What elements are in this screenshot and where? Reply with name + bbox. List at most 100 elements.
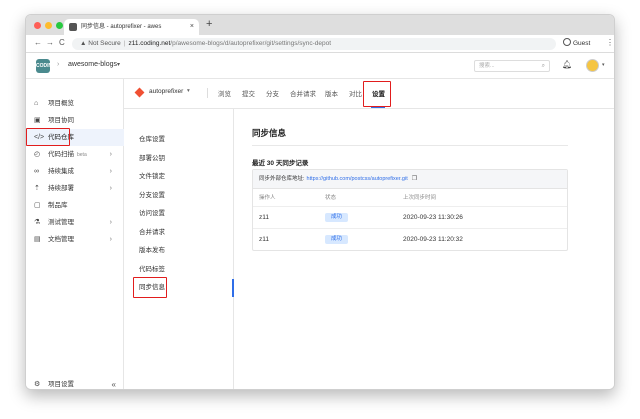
section-title: 最近 30 天同步记录 [252, 160, 309, 167]
chevron-right-icon: › [109, 219, 112, 226]
remote-url-label: 同步外部仓库地址: [259, 176, 305, 182]
tab-branches[interactable]: 分支 [266, 88, 279, 98]
project-switcher[interactable]: awesome-blogs [68, 61, 117, 68]
row-sync-time: 2020-09-23 11:30:26 [403, 214, 463, 221]
reload-button[interactable]: C [59, 38, 65, 47]
sidebar-item-label: 代码扫描 [48, 151, 74, 158]
sidebar-item-overview[interactable]: ⌂ 项目概览 [26, 95, 124, 112]
sidebar-item-collaboration[interactable]: ▣ 项目协同 [26, 112, 124, 129]
tab-compare[interactable]: 对比 [349, 88, 362, 98]
page-title: 同步信息 [252, 128, 287, 138]
repo-switcher[interactable]: autoprefixer [149, 88, 183, 95]
avatar[interactable] [586, 59, 599, 72]
new-tab-button[interactable]: + [206, 18, 212, 30]
chevron-right-icon: › [109, 185, 112, 192]
home-icon: ⌂ [34, 100, 39, 107]
subnav-item-file-lock[interactable]: 文件锁定 [124, 170, 234, 184]
status-badge: 成功 [325, 234, 349, 244]
sidebar-item-testing[interactable]: ⚗ 测试管理 › [26, 214, 124, 231]
browser-window: 同步信息 - autoprefixer - awes × + ← → C ▲ N… [25, 14, 615, 390]
subnav-item-deploy-keys[interactable]: 部署公钥 [124, 152, 234, 166]
url-path: /p/awesome-blogs/d/autoprefixer/git/sett… [170, 40, 332, 47]
coding-logo[interactable]: CODING [36, 59, 56, 73]
active-tab-indicator [371, 106, 385, 108]
sidebar-item-label: 文档管理 [48, 236, 74, 243]
subnav-item-branch-settings[interactable]: 分支设置 [124, 189, 234, 203]
gear-icon: ⚙ [34, 381, 41, 388]
tab-browse[interactable]: 浏览 [218, 88, 231, 98]
tab-releases[interactable]: 版本 [325, 88, 338, 98]
browser-menu-icon[interactable]: ⋮ [606, 38, 614, 47]
beta-badge: beta [77, 152, 87, 158]
sidebar-item-label: 持续部署 [48, 185, 74, 192]
status-badge: 成功 [325, 212, 349, 222]
url-input[interactable]: ▲ Not Secure | z11.coding.net/p/awesome-bl… [72, 38, 556, 50]
sidebar: ⌂ 项目概览 ▣ 项目协同 </> 代码仓库 ◴ 代码扫描 beta › ∞ 持续… [26, 79, 124, 389]
app-header: CODING › awesome-blogs ▾ 搜索... ⌕ 🔔︎ ▾ [26, 54, 614, 79]
sidebar-item-label: 制品库 [48, 202, 68, 209]
url-host: z11.coding.net [128, 40, 171, 47]
subnav-item-merge-requests[interactable]: 合并请求 [124, 226, 234, 240]
table-row: z11 成功 2020-09-23 11:20:32 [253, 228, 567, 250]
subnav-item-access-settings[interactable]: 访问设置 [124, 207, 234, 221]
sidebar-item-project-settings[interactable]: ⚙ 项目设置 « [26, 379, 124, 389]
scan-icon: ◴ [34, 151, 41, 158]
tab-merge-requests[interactable]: 合并请求 [290, 88, 316, 98]
back-button[interactable]: ← [34, 38, 42, 47]
search-placeholder: 搜索... [479, 63, 495, 69]
chevron-down-icon[interactable]: ▾ [117, 61, 120, 68]
chevron-down-icon[interactable]: ▾ [187, 88, 190, 94]
forward-button[interactable]: → [46, 38, 54, 47]
flask-icon: ⚗ [34, 219, 41, 226]
sidebar-item-code-scan[interactable]: ◴ 代码扫描 beta › [26, 146, 124, 163]
user-menu-chevron-icon[interactable]: ▾ [602, 62, 605, 68]
collapse-sidebar-icon[interactable]: « [112, 379, 116, 389]
guest-profile-button[interactable]: Guest [563, 38, 590, 50]
box-icon: ▢ [34, 202, 41, 209]
sidebar-item-docs[interactable]: ▤ 文档管理 › [26, 231, 124, 248]
divider [252, 145, 568, 146]
subnav-item-repo-settings[interactable]: 仓库设置 [124, 133, 234, 147]
guest-label: Guest [573, 40, 591, 47]
divider [207, 88, 208, 98]
sidebar-item-label: 项目协同 [48, 117, 74, 124]
subnav-item-releases[interactable]: 版本发布 [124, 244, 234, 258]
chevron-right-icon: › [109, 168, 112, 175]
row-status: 成功 [325, 207, 349, 229]
code-icon: </> [34, 134, 45, 141]
column-header-status: 状态 [325, 195, 337, 201]
sidebar-item-artifacts[interactable]: ▢ 制品库 [26, 197, 124, 214]
maximize-window-button[interactable] [56, 22, 63, 29]
sync-records-panel: 同步外部仓库地址: https://github.com/postcss/auto… [252, 169, 568, 251]
tab-close-icon[interactable]: × [190, 19, 194, 35]
url-separator: | [123, 40, 126, 47]
sidebar-item-ci[interactable]: ∞ 持续集成 › [26, 163, 124, 180]
git-icon [134, 87, 145, 98]
remote-repo-info: 同步外部仓库地址: https://github.com/postcss/auto… [253, 170, 567, 189]
table-header: 操作人 状态 上次同步时间 [253, 190, 567, 206]
row-operator: z11 [259, 236, 269, 243]
browser-tab-strip: 同步信息 - autoprefixer - awes × + [26, 15, 614, 35]
subnav-item-sync-info[interactable]: 同步信息 [124, 281, 234, 295]
deploy-icon: ⇡ [34, 185, 40, 192]
sidebar-item-code-repo[interactable]: </> 代码仓库 [26, 129, 124, 146]
remote-url-link[interactable]: https://github.com/postcss/autoprefixer.… [307, 176, 408, 182]
close-window-button[interactable] [34, 22, 41, 29]
sidebar-item-label: 代码仓库 [48, 134, 74, 141]
tab-settings[interactable]: 设置 [372, 88, 385, 98]
document-icon: ▤ [34, 236, 41, 243]
subnav-item-tags[interactable]: 代码标签 [124, 263, 234, 277]
browser-tab[interactable]: 同步信息 - autoprefixer - awes × [64, 19, 199, 35]
table-row: z11 成功 2020-09-23 11:30:26 [253, 206, 567, 228]
security-label: Not Secure [88, 40, 121, 47]
tab-commits[interactable]: 提交 [242, 88, 255, 98]
minimize-window-button[interactable] [45, 22, 52, 29]
infinity-icon: ∞ [34, 168, 39, 175]
sidebar-item-cd[interactable]: ⇡ 持续部署 › [26, 180, 124, 197]
profile-icon [563, 38, 571, 46]
search-input[interactable]: 搜索... ⌕ [474, 60, 550, 72]
settings-subnav: 仓库设置 部署公钥 文件锁定 分支设置 访问设置 合并请求 版本发布 代码标签 … [124, 109, 234, 389]
notification-bell-icon[interactable]: 🔔︎ [562, 60, 572, 69]
copy-icon[interactable]: ❐ [412, 170, 417, 189]
row-status: 成功 [325, 229, 349, 251]
